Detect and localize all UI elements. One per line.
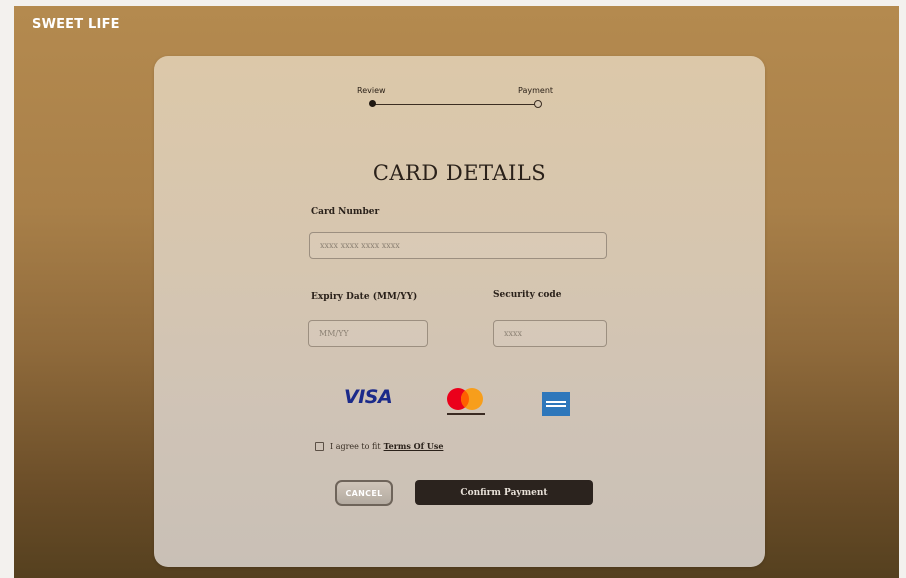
step-payment-dot <box>534 100 542 108</box>
mastercard-logo[interactable] <box>443 386 489 418</box>
brand-logo[interactable]: SWEET LIFE <box>32 17 120 32</box>
card-number-label: Card Number <box>311 207 380 217</box>
visa-logo[interactable]: VISA <box>344 386 393 408</box>
security-code-input[interactable] <box>504 329 596 338</box>
page-background: SWEET LIFE Review Payment CARD DETAILS C… <box>14 6 899 578</box>
progress-stepper: Review Payment <box>154 56 765 126</box>
step-payment-label: Payment <box>518 86 554 95</box>
terms-of-use-link[interactable]: Terms Of Use <box>384 441 444 451</box>
terms-checkbox[interactable] <box>315 441 324 451</box>
payment-card-panel: Review Payment CARD DETAILS Card Number … <box>154 56 765 567</box>
card-number-input[interactable] <box>320 241 596 250</box>
amex-logo[interactable] <box>542 392 570 416</box>
form-title: CARD DETAILS <box>372 161 547 185</box>
step-review-label: Review <box>357 86 386 95</box>
card-number-field[interactable] <box>309 232 607 259</box>
agree-text: I agree to fit <box>330 441 381 451</box>
expiry-date-field[interactable] <box>308 320 428 347</box>
terms-agreement: I agree to fit Terms Of Use <box>315 441 443 451</box>
cancel-button[interactable]: CANCEL <box>335 480 393 506</box>
step-review-dot <box>369 100 376 107</box>
step-connector-line <box>373 104 539 105</box>
expiry-date-input[interactable] <box>319 329 417 338</box>
security-code-field[interactable] <box>493 320 607 347</box>
confirm-payment-button[interactable]: Confirm Payment <box>415 480 593 505</box>
expiry-date-label: Expiry Date (MM/YY) <box>311 292 418 302</box>
security-code-label: Security code <box>493 290 562 300</box>
